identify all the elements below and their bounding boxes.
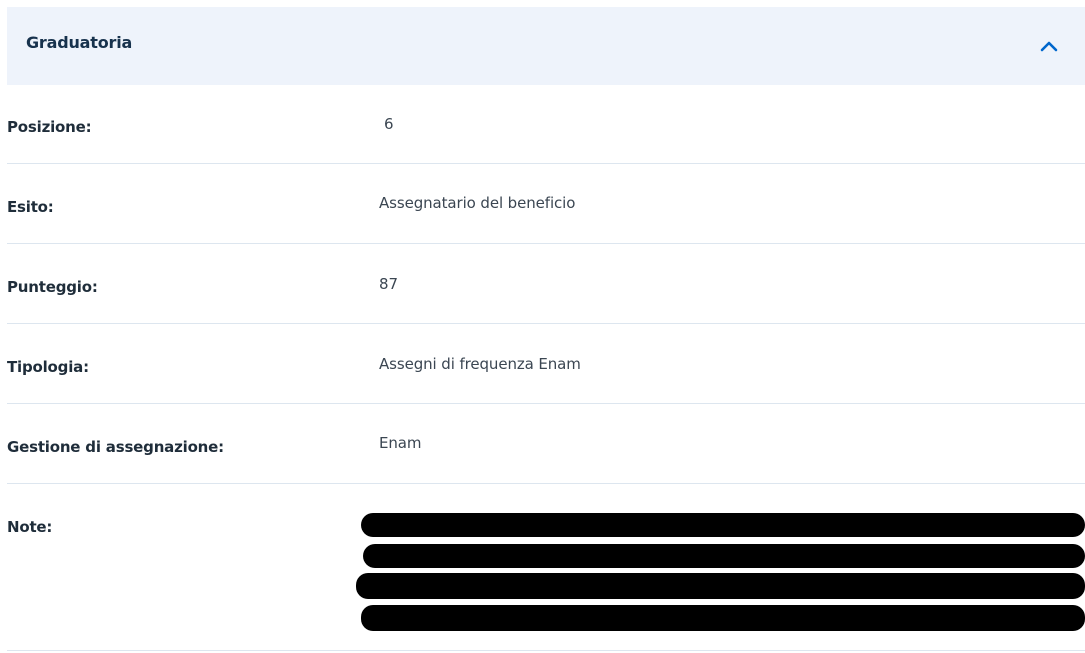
accordion-header[interactable]: Graduatoria [7, 7, 1085, 85]
row-tipologia: Tipologia: Assegni di frequenza Enam [7, 324, 1085, 404]
row-value: 6 [384, 115, 394, 133]
row-esito: Esito: Assegnatario del beneficio [7, 164, 1085, 244]
row-label: Gestione di assegnazione: [7, 438, 224, 456]
note-content [7, 484, 1085, 651]
row-label: Posizione: [7, 118, 92, 136]
accordion-title: Graduatoria [26, 33, 133, 52]
redaction-bar [361, 513, 1085, 537]
graduatoria-accordion: Graduatoria Posizione: 6 Esito: Assegnat… [0, 0, 1085, 653]
chevron-up-icon[interactable] [1038, 35, 1060, 57]
redaction-bar [361, 605, 1085, 631]
redaction-bar [363, 544, 1085, 568]
row-punteggio: Punteggio: 87 [7, 244, 1085, 324]
redaction-bar [356, 573, 1085, 599]
row-value: 87 [379, 275, 398, 293]
row-posizione: Posizione: 6 [7, 85, 1085, 164]
row-label: Tipologia: [7, 358, 89, 376]
row-label: Punteggio: [7, 278, 98, 296]
row-label: Esito: [7, 198, 54, 216]
row-gestione: Gestione di assegnazione: Enam [7, 404, 1085, 484]
row-value: Enam [379, 434, 422, 452]
row-value: Assegni di frequenza Enam [379, 355, 581, 373]
row-value: Assegnatario del beneficio [379, 194, 576, 212]
row-note: Note: [7, 484, 1085, 651]
